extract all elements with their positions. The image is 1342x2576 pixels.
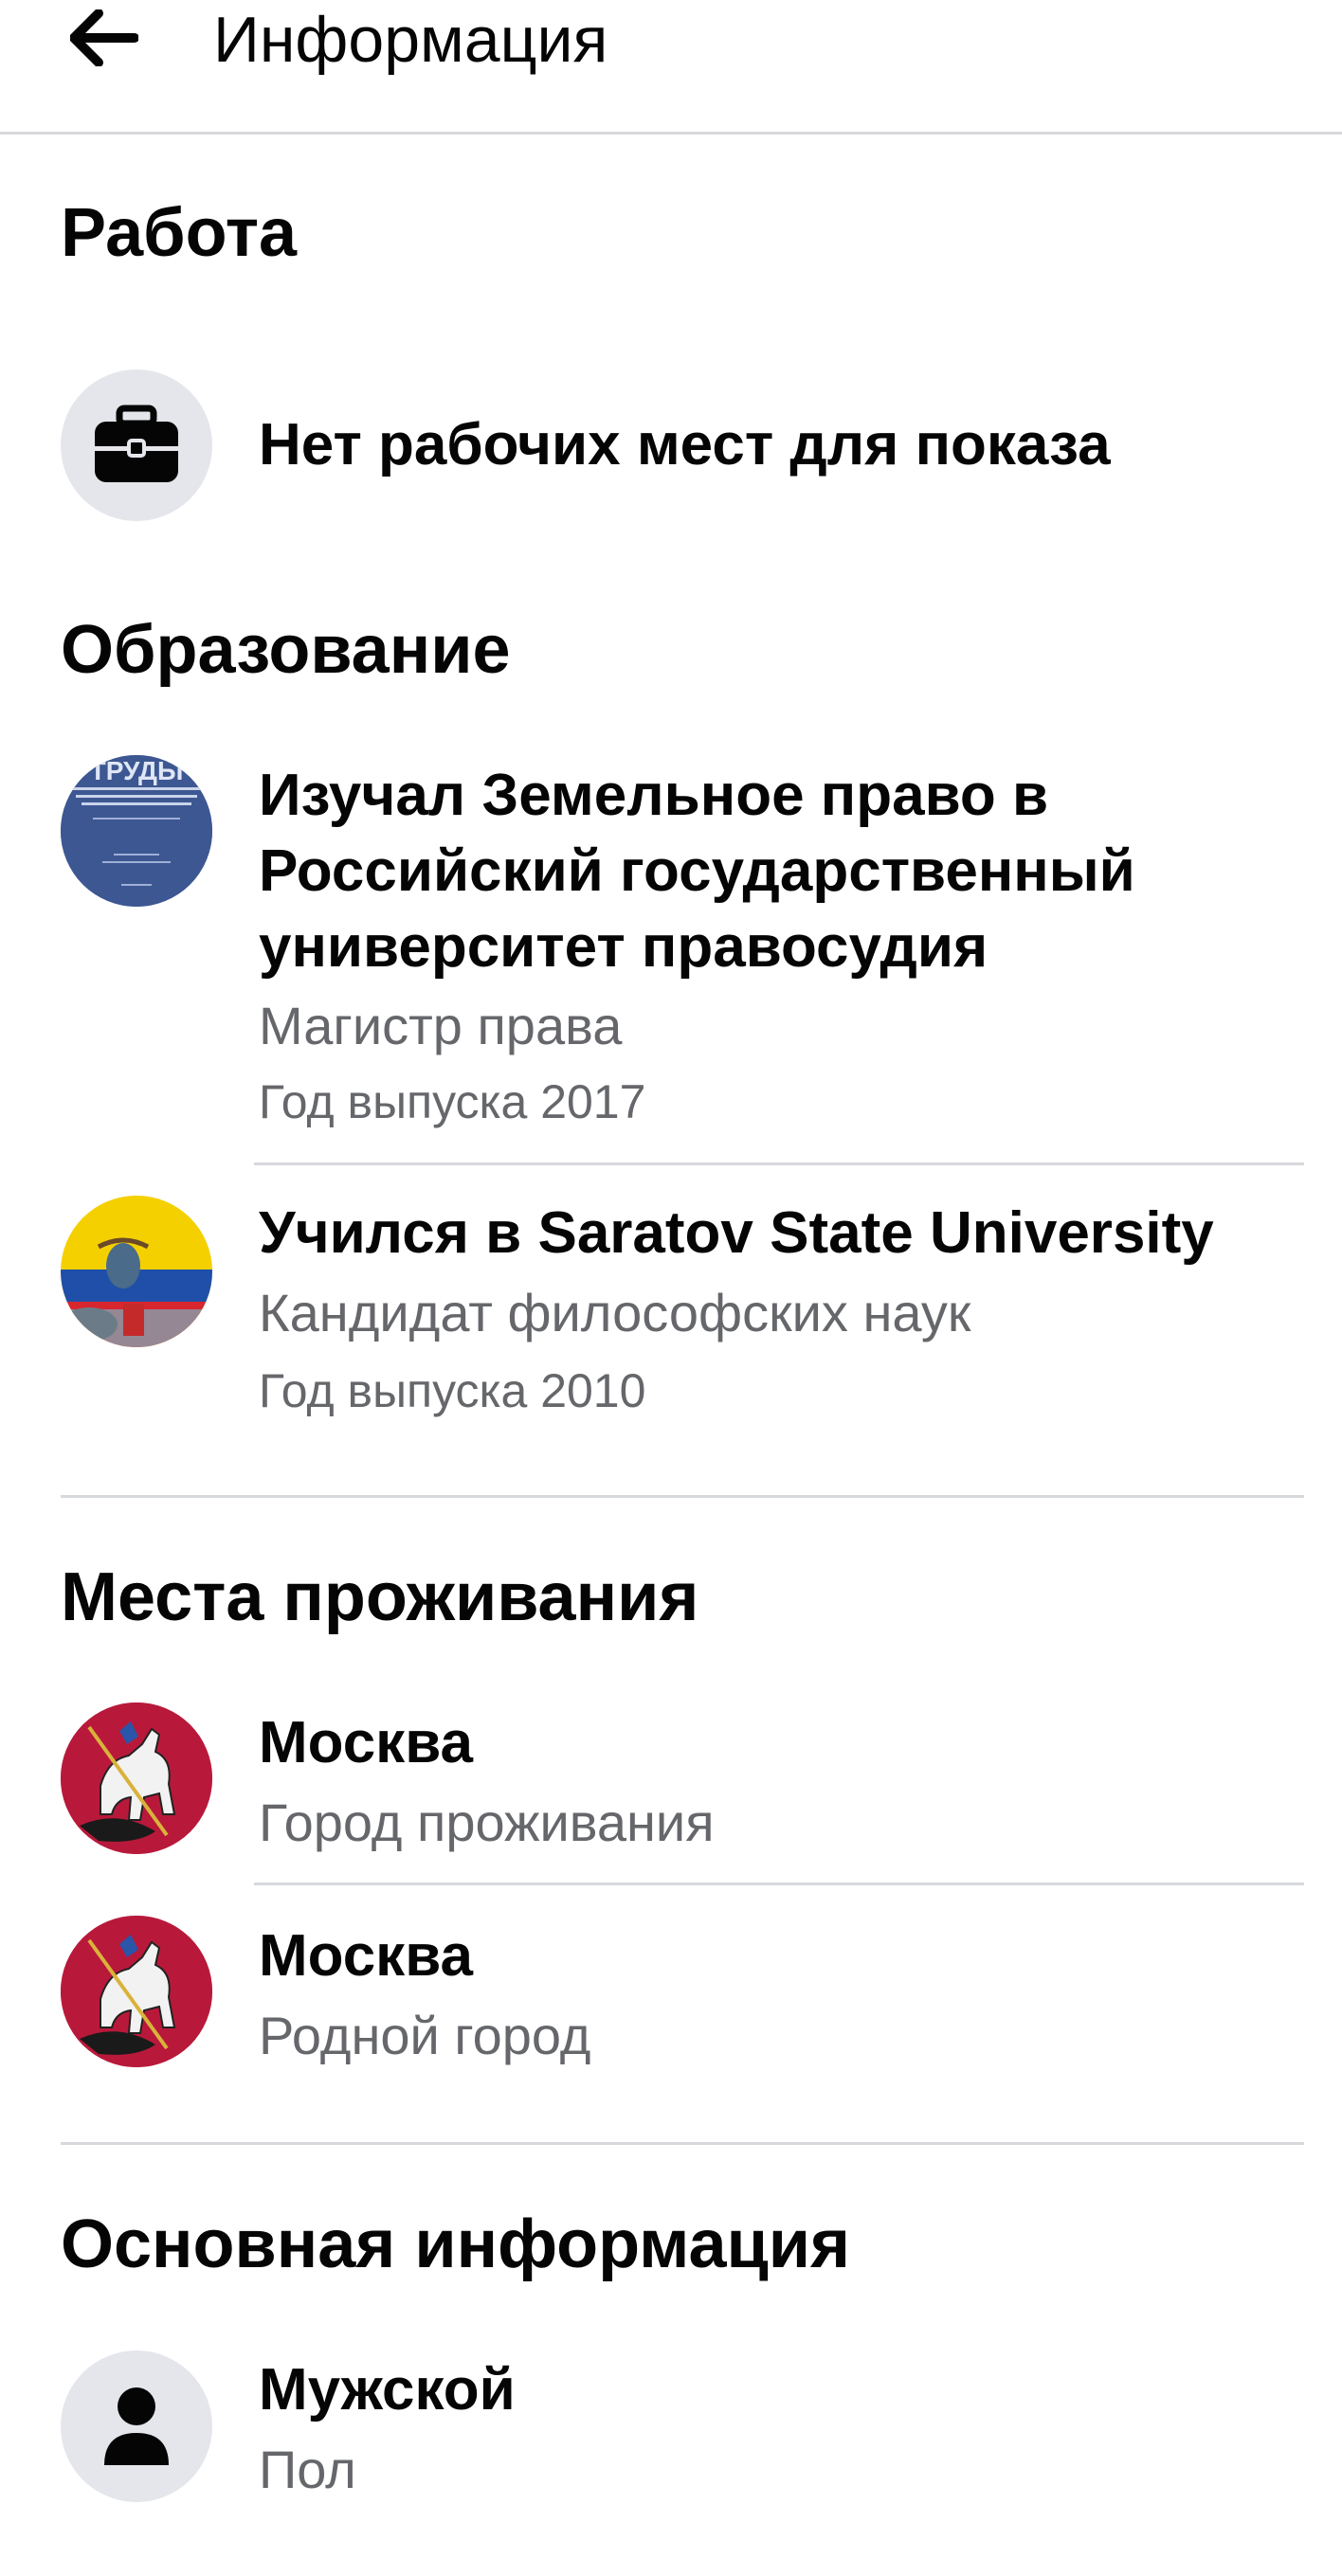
coat-of-arms-icon	[61, 1702, 212, 1854]
gender-label: Пол	[259, 2440, 356, 2499]
divider	[254, 1882, 1304, 1885]
moscow-coat-of-arms-avatar	[61, 1702, 212, 1854]
place-2-label: Родной город	[259, 2006, 591, 2065]
education-2-degree: Кандидат философских наук	[259, 1283, 971, 1342]
university-logo-avatar	[61, 1196, 212, 1347]
person-icon-circle	[61, 2351, 212, 2502]
section-title-places: Места проживания	[61, 1559, 699, 1635]
moscow-coat-of-arms-avatar	[61, 1916, 212, 2067]
section-title-education: Образование	[61, 612, 511, 688]
education-1-year: Год выпуска 2017	[259, 1075, 646, 1128]
coat-of-arms-icon	[61, 1916, 212, 2067]
section-title-basic-info: Основная информация	[61, 2207, 851, 2282]
gender-value: Мужской	[259, 2357, 516, 2423]
person-icon	[104, 2387, 169, 2465]
education-1-title-line-1: Изучал Земельное право в	[259, 763, 1049, 828]
page-title: Информация	[213, 4, 608, 76]
top-app-bar: Информация	[0, 0, 1342, 135]
flag-photo-image	[61, 1196, 212, 1347]
university-logo-avatar: ТРУДЫ	[61, 755, 212, 907]
education-1-degree: Магистр права	[259, 996, 623, 1055]
work-icon-circle	[61, 369, 212, 521]
book-cover-image: ТРУДЫ	[61, 755, 212, 907]
place-2-city: Москва	[259, 1923, 473, 1989]
education-2-title: Учился в Saratov State University	[259, 1200, 1214, 1266]
education-1-title-line-2: Российский государственный	[259, 838, 1135, 904]
logo-title-text: ТРУДЫ	[90, 756, 184, 785]
arrow-left-icon	[70, 9, 138, 66]
work-empty-text: Нет рабочих мест для показа	[259, 412, 1111, 477]
education-1-title-line-3: университет правосудия	[259, 914, 988, 980]
education-2-year: Год выпуска 2010	[259, 1364, 646, 1417]
section-title-work: Работа	[61, 195, 298, 271]
section-divider	[61, 1495, 1304, 1498]
place-1-city: Москва	[259, 1710, 473, 1775]
section-divider	[61, 2142, 1304, 2145]
divider	[254, 1162, 1304, 1165]
place-1-label: Город проживания	[259, 1792, 715, 1852]
back-button[interactable]	[57, 0, 152, 76]
briefcase-icon	[95, 405, 178, 482]
